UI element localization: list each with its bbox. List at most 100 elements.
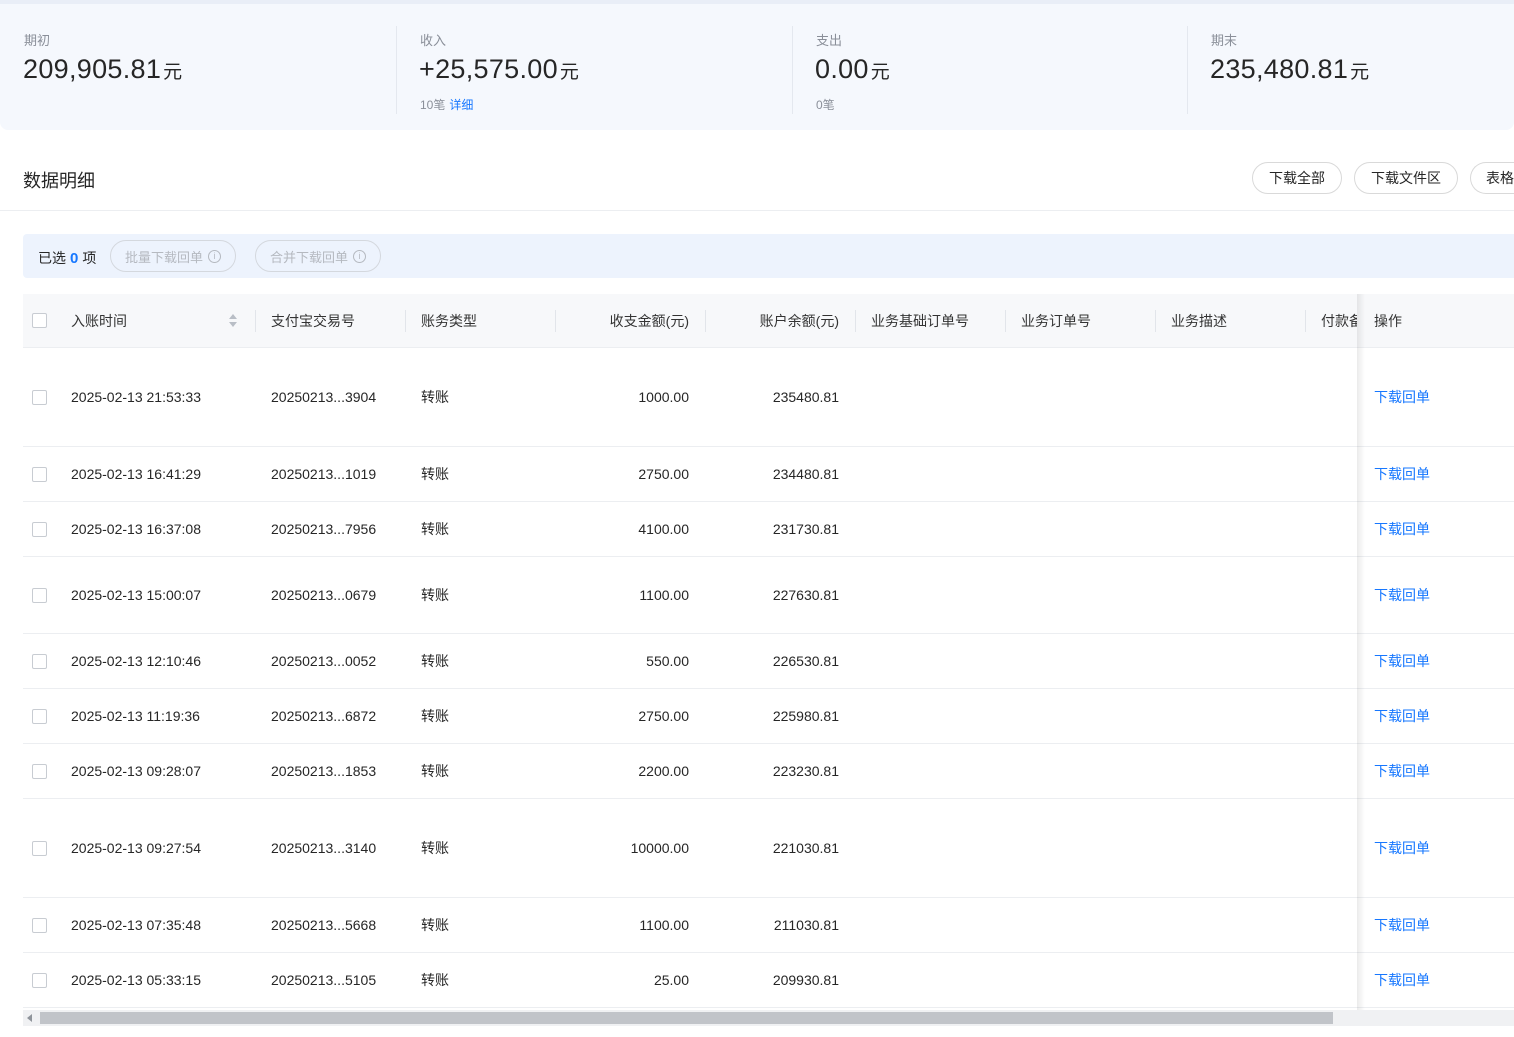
selection-bar: 已选 0 项 批量下载回单 i 合并下载回单 i [23,234,1514,278]
cell-amount: 10000.00 [630,840,689,856]
cell-balance: 235480.81 [772,389,839,405]
col-divider [405,310,406,332]
fixed-action-column [1357,294,1514,1010]
cell-time: 2025-02-13 09:28:07 [71,763,201,779]
info-icon: i [208,249,222,263]
stat-amount: 0.00 元 [815,54,891,84]
selected-count: 0 [70,250,79,267]
sort-icon[interactable] [229,314,237,328]
cell-trade-no: 20250213...0052 [271,653,377,669]
row-checkbox[interactable] [32,973,47,988]
cell-balance: 209930.81 [772,972,839,988]
cell-balance: 231730.81 [772,521,839,537]
table-button[interactable]: 表格 [1470,162,1514,194]
info-icon: i [353,249,367,263]
col-divider [555,310,556,332]
cell-type: 转账 [421,521,449,537]
data-table: 入账时间 支付宝交易号 账务类型 收支金额(元) 账户余额(元) 业务基础订单号… [23,294,1514,1010]
cell-balance: 223230.81 [772,763,839,779]
table-row: 2025-02-13 16:41:29 20250213...1019 转账 2750… [23,447,1514,502]
stat-income: 收入 +25,575.00 元 10笔 详细 [396,4,792,130]
cell-time: 2025-02-13 09:27:54 [71,840,201,856]
stat-label: 支出 [816,33,843,48]
cell-amount: 2750.00 [638,466,689,482]
cell-time: 2025-02-13 16:37:08 [71,521,201,537]
download-files-button[interactable]: 下载文件区 [1354,162,1458,194]
stat-count: 0笔 [816,98,835,112]
col-header-base-order: 业务基础订单号 [871,313,969,329]
cell-trade-no: 20250213...1853 [271,763,377,779]
col-header-remark: 付款备注 [1321,313,1357,329]
select-all-checkbox[interactable] [32,313,47,328]
scroll-left-arrow-icon[interactable] [27,1014,32,1022]
cell-trade-no: 20250213...5668 [271,917,377,933]
row-checkbox[interactable] [32,390,47,405]
row-checkbox[interactable] [32,588,47,603]
stat-expense: 支出 0.00 元 0笔 [792,4,1188,130]
cell-amount: 1100.00 [639,587,689,603]
selected-count-text: 已选 0 项 [38,250,97,267]
download-all-button[interactable]: 下载全部 [1252,162,1342,194]
col-header-amount: 收支金额(元) [609,313,689,329]
col-divider [705,310,706,332]
cell-type: 转账 [421,653,449,669]
cell-amount: 25.00 [653,972,689,988]
cell-time: 2025-02-13 12:10:46 [71,653,201,669]
row-checkbox[interactable] [32,709,47,724]
table-header: 入账时间 支付宝交易号 账务类型 收支金额(元) 账户余额(元) 业务基础订单号… [23,294,1514,348]
table-row: 2025-02-13 09:27:54 20250213...3140 转账 1000… [23,799,1514,898]
row-checkbox[interactable] [32,467,47,482]
stat-label: 期初 [24,33,51,48]
section-gap [0,130,1514,146]
cell-amount: 4100.00 [638,521,689,537]
cell-type: 转账 [421,972,449,988]
stat-opening: 期初 209,905.81 元 [0,4,396,130]
summary-panel: 期初 209,905.81 元 收入 +25,575.00 元 10笔 详细 支出 0… [0,4,1514,130]
cell-type: 转账 [421,708,449,724]
stat-label: 收入 [420,33,447,48]
row-checkbox[interactable] [32,764,47,779]
col-divider [1155,310,1156,332]
cell-time: 2025-02-13 11:19:36 [71,708,200,724]
stat-amount: 235,480.81 元 [1210,54,1370,84]
cell-type: 转账 [421,840,449,856]
cell-type: 转账 [421,587,449,603]
stat-amount: 209,905.81 元 [23,54,183,84]
cell-time: 2025-02-13 07:35:48 [71,917,201,933]
horizontal-scrollbar[interactable] [23,1010,1514,1026]
col-divider [855,310,856,332]
row-checkbox[interactable] [32,654,47,669]
col-header-type: 账务类型 [421,313,477,329]
cell-time: 2025-02-13 16:41:29 [71,466,201,482]
row-checkbox[interactable] [32,841,47,856]
stat-count: 10笔 详细 [420,98,474,112]
table-row: 2025-02-13 11:19:36 20250213...6872 转账 2750… [23,689,1514,744]
cell-trade-no: 20250213...7956 [271,521,377,537]
row-checkbox[interactable] [32,522,47,537]
cell-trade-no: 20250213...3140 [271,840,377,856]
merge-download-button[interactable]: 合并下载回单 i [255,240,382,272]
table-row: 2025-02-13 12:10:46 20250213...0052 转账 550.… [23,634,1514,689]
cell-type: 转账 [421,389,449,405]
cell-time: 2025-02-13 15:00:07 [71,587,201,603]
col-header-balance: 账户余额(元) [759,313,839,329]
cell-balance: 221030.81 [772,840,839,856]
cell-type: 转账 [421,917,449,933]
batch-download-button[interactable]: 批量下载回单 i [110,240,237,272]
cell-trade-no: 20250213...3904 [271,389,377,405]
income-detail-link[interactable]: 详细 [449,98,473,112]
row-checkbox[interactable] [32,918,47,933]
table-row: 2025-02-13 15:00:07 20250213...0679 转账 1100… [23,557,1514,634]
stat-label: 期末 [1211,33,1238,48]
section-title: 数据明细 [23,171,95,191]
cell-amount: 550.00 [646,653,689,669]
cell-amount: 1000.00 [638,389,689,405]
cell-balance: 226530.81 [772,653,839,669]
scrollbar-thumb[interactable] [40,1012,1333,1024]
cell-type: 转账 [421,763,449,779]
table-row: 2025-02-13 21:53:33 20250213...3904 转账 1000… [23,348,1514,447]
cell-balance: 234480.81 [772,466,839,482]
cell-time: 2025-02-13 05:33:15 [71,972,201,988]
col-header-desc: 业务描述 [1171,313,1227,329]
cell-time: 2025-02-13 21:53:33 [71,389,201,405]
